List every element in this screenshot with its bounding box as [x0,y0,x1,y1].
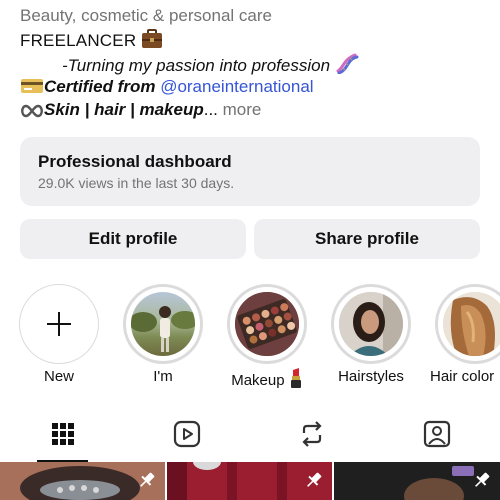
highlight-makeup-text: Makeup [231,372,285,389]
highlight-label-makeup: Makeup [217,368,317,392]
highlight-new[interactable] [19,284,99,364]
tab-reels[interactable] [157,410,217,462]
highlight-hairstyles[interactable] [331,284,411,364]
highlight-label-im: I'm [153,368,173,385]
reels-icon [173,420,201,453]
tagged-icon [423,420,451,453]
infinity-icon [20,102,44,124]
tab-tagged[interactable] [407,410,467,462]
plus-icon [45,310,73,343]
pin-icon [304,470,324,495]
bio-passion-text: -Turning my passion into profession [62,56,331,75]
edit-profile-button[interactable]: Edit profile [20,219,246,259]
professional-dashboard-card[interactable]: Professional dashboard 29.0K views in th… [20,137,480,206]
bio-freelancer-text: FREELANCER [20,31,137,50]
highlight-label-hair-color: Hair color [430,368,495,385]
bio-line-certified: Certified from @oraneinternational [20,76,314,101]
pin-icon [472,470,492,495]
bio-skills-text: Skin | hair | makeup [44,100,204,119]
highlight-cover-im [131,292,195,356]
highlight-cover-makeup [235,292,299,356]
reposts-icon [298,420,326,453]
highlight-label-new: New [43,368,74,385]
post-thumbnail[interactable] [0,462,165,500]
profile-tab-bar [0,410,500,462]
highlight-makeup[interactable] [227,284,307,364]
grid-icon [51,422,75,451]
pin-icon [137,470,157,495]
mention-link[interactable]: @oraneinternational [160,77,313,96]
dashboard-subtitle: 29.0K views in the last 30 days. [38,175,235,191]
bio-line-skills: Skin | hair | makeup... more [20,99,261,124]
credit-card-icon [20,77,44,101]
highlight-cover-hairstyles [339,292,403,356]
share-profile-button[interactable]: Share profile [254,219,480,259]
bio-certified-text: Certified from [44,77,161,96]
post-thumbnail[interactable] [334,462,500,500]
dashboard-title: Professional dashboard [38,152,232,171]
tab-reposts[interactable] [282,410,342,462]
more-link[interactable]: more [218,100,262,119]
highlight-hair-color[interactable] [435,284,500,364]
profile-category: Beauty, cosmetic & personal care [20,6,272,25]
highlight-cover-hair-color [443,292,500,356]
tab-grid[interactable] [33,410,93,462]
dna-icon [335,52,359,80]
lipstick-icon [289,368,303,392]
highlight-label-hairstyles: Hairstyles [338,368,404,385]
post-thumbnail[interactable] [167,462,332,500]
highlight-im[interactable] [123,284,203,364]
bio-ellipsis: ... [203,100,218,119]
